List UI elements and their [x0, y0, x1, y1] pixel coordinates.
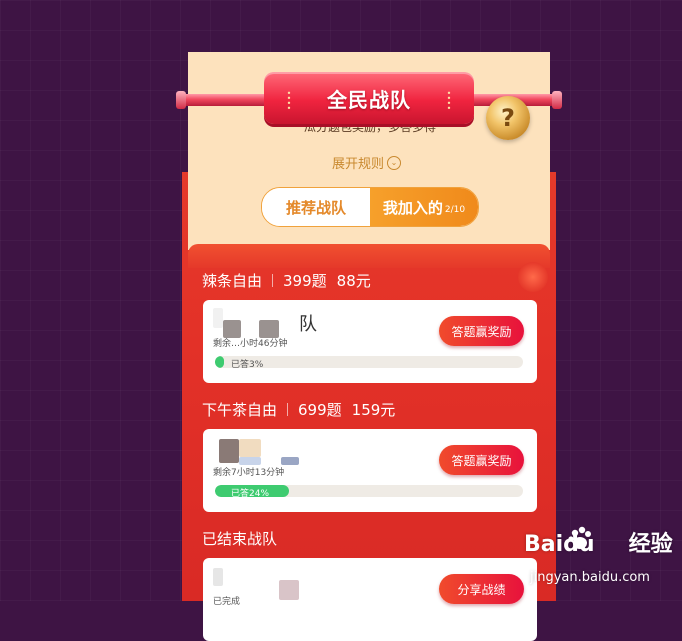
- progress-label: 已答24%: [231, 489, 270, 497]
- progress-label: 已答3%: [231, 360, 264, 368]
- progress-bar: 已答24%: [215, 485, 523, 497]
- answer-for-reward-button[interactable]: 答题赢奖励: [439, 445, 524, 475]
- tab-joined[interactable]: 我加入的 2/10: [370, 188, 478, 226]
- tab-label: 推荐战队: [285, 198, 346, 217]
- banner-dots-right: • • • •: [446, 89, 452, 113]
- team-tabs: 推荐战队 我加入的 2/10: [261, 187, 479, 227]
- share-results-button[interactable]: 分享战绩: [439, 574, 524, 604]
- paw-icon: [568, 526, 591, 549]
- rod-cap-right: [552, 91, 562, 109]
- decor-glow: [518, 262, 548, 292]
- group-title-1: 辣条自由 399题 88元: [202, 270, 371, 291]
- chevron-down-icon: ⌄: [387, 155, 402, 170]
- expand-rules-link[interactable]: 展开规则 ⌄: [332, 153, 402, 172]
- page-title: 全民战队: [327, 87, 411, 112]
- blurred-avatar: [279, 580, 299, 600]
- group-name: 辣条自由: [202, 272, 263, 290]
- tab-recommended[interactable]: 推荐战队: [262, 188, 370, 226]
- time-remaining: 剩余7小时13分钟: [213, 468, 285, 478]
- section-title: 已结束战队: [202, 530, 278, 548]
- tab-label: 我加入的: [382, 198, 443, 217]
- panel-top-curve: [188, 244, 550, 268]
- group-questions: 399题: [283, 272, 327, 290]
- watermark-brand: Baidu 经验: [524, 526, 673, 558]
- progress-fill: [215, 356, 225, 368]
- time-remaining: 剩余…小时46分钟: [213, 339, 288, 349]
- group-title-2: 下午茶自由 699题 159元: [202, 399, 395, 420]
- group-name: 下午茶自由: [202, 401, 278, 419]
- team-card-1[interactable]: 队 剩余…小时46分钟 已答3% 答题赢奖励: [203, 300, 537, 383]
- rod-cap-left: [176, 91, 186, 109]
- tab-count: 2/10: [444, 205, 466, 215]
- team-name: 队: [299, 314, 317, 335]
- ended-section-title: 已结束战队: [202, 528, 277, 549]
- group-prize: 159元: [351, 401, 396, 419]
- watermark-suffix: 经验: [628, 532, 673, 557]
- blurred-avatar: [213, 568, 223, 586]
- banner-dots-left: • • • •: [286, 89, 292, 113]
- watermark-url: jingyan.baidu.com: [530, 570, 650, 585]
- group-prize: 88元: [336, 272, 371, 290]
- answer-for-reward-button[interactable]: 答题赢奖励: [439, 316, 524, 346]
- progress-bar: 已答3%: [215, 356, 523, 368]
- question-mark-icon[interactable]: ?: [486, 96, 530, 140]
- rules-label: 展开规则: [332, 157, 385, 172]
- ended-team-card[interactable]: 已完成 分享战绩: [203, 558, 537, 641]
- blurred-avatar: [219, 439, 239, 463]
- blurred-avatar: [239, 439, 261, 457]
- blurred-avatar: [281, 457, 299, 465]
- team-card-2[interactable]: 剩余7小时13分钟 已答24% 答题赢奖励: [203, 429, 537, 512]
- title-banner: • • • • 全民战队 • • • •: [264, 72, 474, 124]
- group-questions: 699题: [298, 401, 342, 419]
- blurred-avatar: [239, 457, 261, 465]
- divider: [287, 403, 289, 416]
- blurred-avatar: [213, 308, 223, 328]
- divider: [272, 274, 274, 287]
